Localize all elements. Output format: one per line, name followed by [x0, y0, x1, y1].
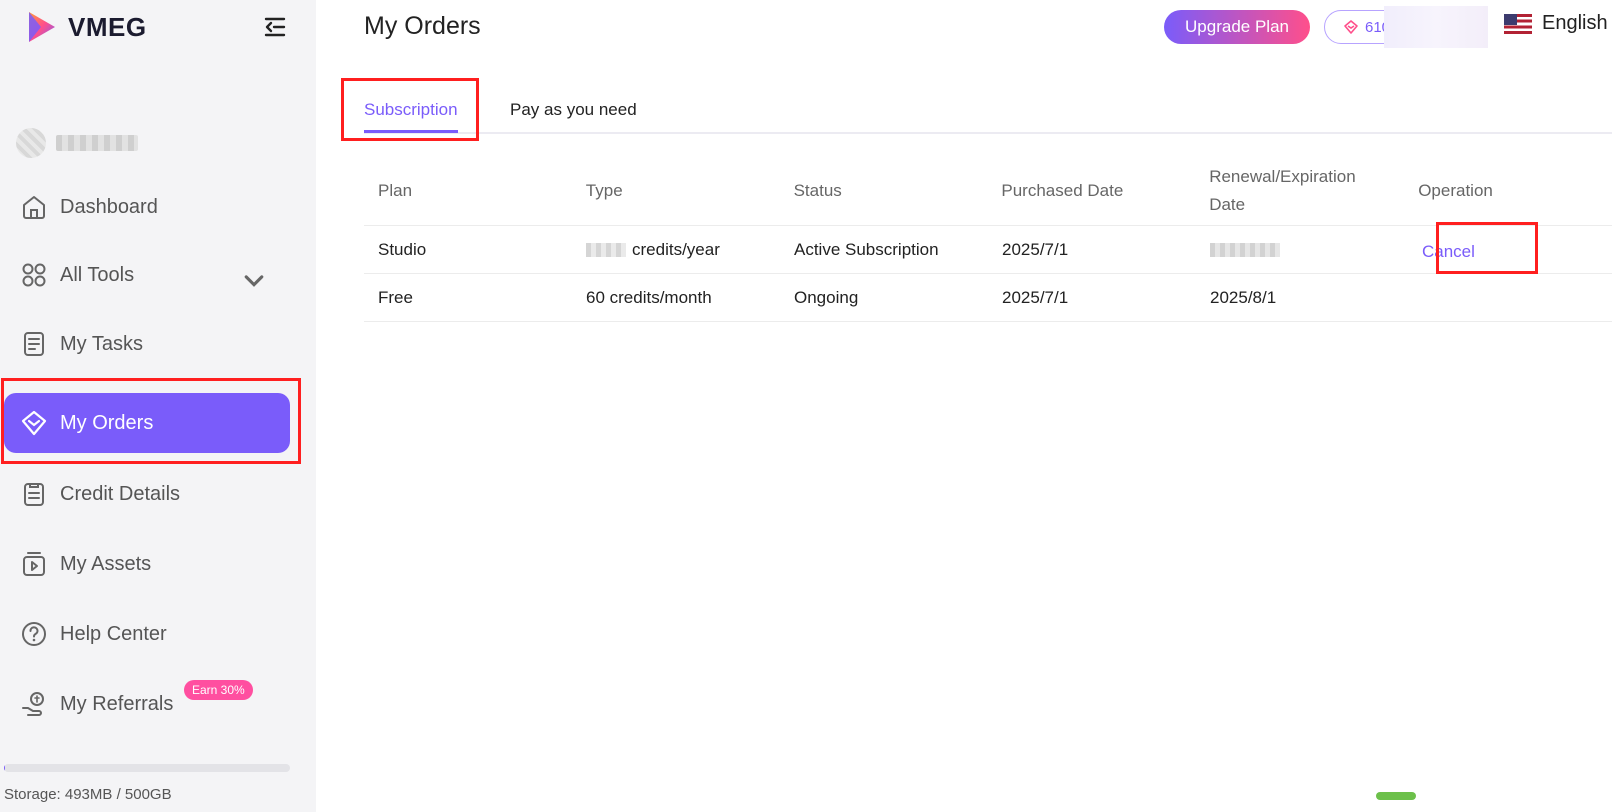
cell-purchased-date: 2025/7/1 — [1002, 287, 1069, 307]
home-icon — [23, 196, 45, 219]
column-header-purchased-date: Purchased Date — [1001, 180, 1124, 200]
sidebar-item-my-assets[interactable]: My Assets — [4, 534, 290, 594]
user-profile[interactable] — [16, 128, 138, 158]
app-name: VMEG — [68, 11, 147, 42]
tab-pay-as-you-need[interactable]: Pay as you need — [510, 100, 637, 130]
sidebar-item-my-referrals[interactable]: My Referrals Earn 30% — [4, 674, 290, 734]
cell-operation: Cancel — [1404, 226, 1612, 273]
sidebar-item-dashboard[interactable]: Dashboard — [4, 177, 290, 237]
sidebar-item-my-orders[interactable]: My Orders — [4, 393, 290, 453]
table-row: Studio credits/year Active Subscription … — [364, 226, 1612, 274]
chevron-down-icon[interactable] — [240, 266, 268, 294]
cell-plan: Studio — [378, 239, 427, 259]
storage-text: Storage: 493MB / 500GB — [4, 786, 172, 803]
storage-progress-bar — [4, 764, 290, 772]
cell-renewal-date: 2025/8/1 — [1210, 287, 1277, 307]
page-title: My Orders — [364, 12, 481, 40]
media-icon — [23, 552, 45, 576]
sidebar: VMEG Dashboard All Tools My Tasks My Ord… — [0, 0, 316, 812]
sidebar-item-label: Credit Details — [60, 482, 181, 505]
help-icon — [22, 622, 46, 646]
avatar — [16, 128, 46, 158]
language-selector[interactable]: English — [1504, 12, 1608, 35]
cell-operation — [1404, 274, 1612, 321]
upgrade-plan-button[interactable]: Upgrade Plan — [1164, 10, 1310, 44]
cell-purchased-date: 2025/7/1 — [1002, 239, 1069, 259]
sidebar-item-credit-details[interactable]: Credit Details — [4, 464, 290, 524]
collapse-icon — [264, 17, 286, 37]
grid-icon — [22, 263, 46, 287]
order-tabs: Subscription Pay as you need — [364, 96, 1612, 134]
column-header-status: Status — [793, 180, 842, 200]
column-header-renewal-date: Renewal/Expiration Date — [1209, 166, 1356, 214]
tab-subscription[interactable]: Subscription — [364, 100, 458, 133]
tasks-icon — [24, 332, 44, 356]
cell-type: 60 credits/month — [586, 287, 712, 307]
sidebar-item-label: Help Center — [60, 622, 167, 645]
cancel-subscription-link[interactable]: Cancel — [1422, 238, 1475, 266]
sidebar-item-label: My Tasks — [60, 332, 143, 355]
us-flag-icon — [1504, 13, 1532, 34]
language-label: English — [1542, 12, 1608, 34]
sidebar-item-help-center[interactable]: Help Center — [4, 604, 290, 664]
column-header-type: Type — [585, 180, 623, 200]
cell-status: Ongoing — [794, 287, 859, 307]
sidebar-item-label: My Assets — [60, 552, 152, 575]
cell-plan: Free — [378, 287, 413, 307]
redacted-renewal-date — [1210, 242, 1280, 257]
cell-type: credits/year — [572, 226, 780, 273]
sidebar-item-all-tools[interactable]: All Tools — [4, 245, 290, 305]
diamond-icon — [1344, 20, 1358, 34]
redacted-area — [1384, 6, 1488, 48]
column-header-plan: Plan — [378, 180, 413, 200]
table-header-row: Plan Type Status Purchased Date Renewal/… — [364, 156, 1612, 226]
cell-type-text: credits/year — [632, 239, 720, 259]
earn-badge: Earn 30% — [184, 680, 253, 700]
sidebar-item-my-tasks[interactable]: My Tasks — [4, 314, 290, 374]
sidebar-item-label: Dashboard — [60, 195, 158, 218]
referral-icon — [22, 692, 44, 716]
sidebar-item-label: My Orders — [60, 411, 154, 434]
diamond-icon — [21, 410, 47, 436]
redacted-credits-amount — [586, 242, 626, 257]
cell-status: Active Subscription — [794, 239, 939, 259]
orders-table: Plan Type Status Purchased Date Renewal/… — [364, 156, 1612, 322]
sidebar-item-label: My Referrals — [60, 692, 174, 715]
cell-renewal-date — [1196, 226, 1404, 273]
storage-progress-fill — [4, 764, 6, 772]
scroll-indicator[interactable] — [1376, 792, 1416, 800]
collapse-sidebar-button[interactable] — [262, 14, 288, 40]
username-redacted — [56, 135, 138, 151]
table-row: Free 60 credits/month Ongoing 2025/7/1 2… — [364, 274, 1612, 322]
clipboard-icon — [24, 483, 44, 506]
vmeg-logo-icon — [29, 12, 55, 42]
column-header-operation: Operation — [1418, 180, 1493, 200]
vmeg-logo[interactable]: VMEG — [26, 10, 147, 44]
